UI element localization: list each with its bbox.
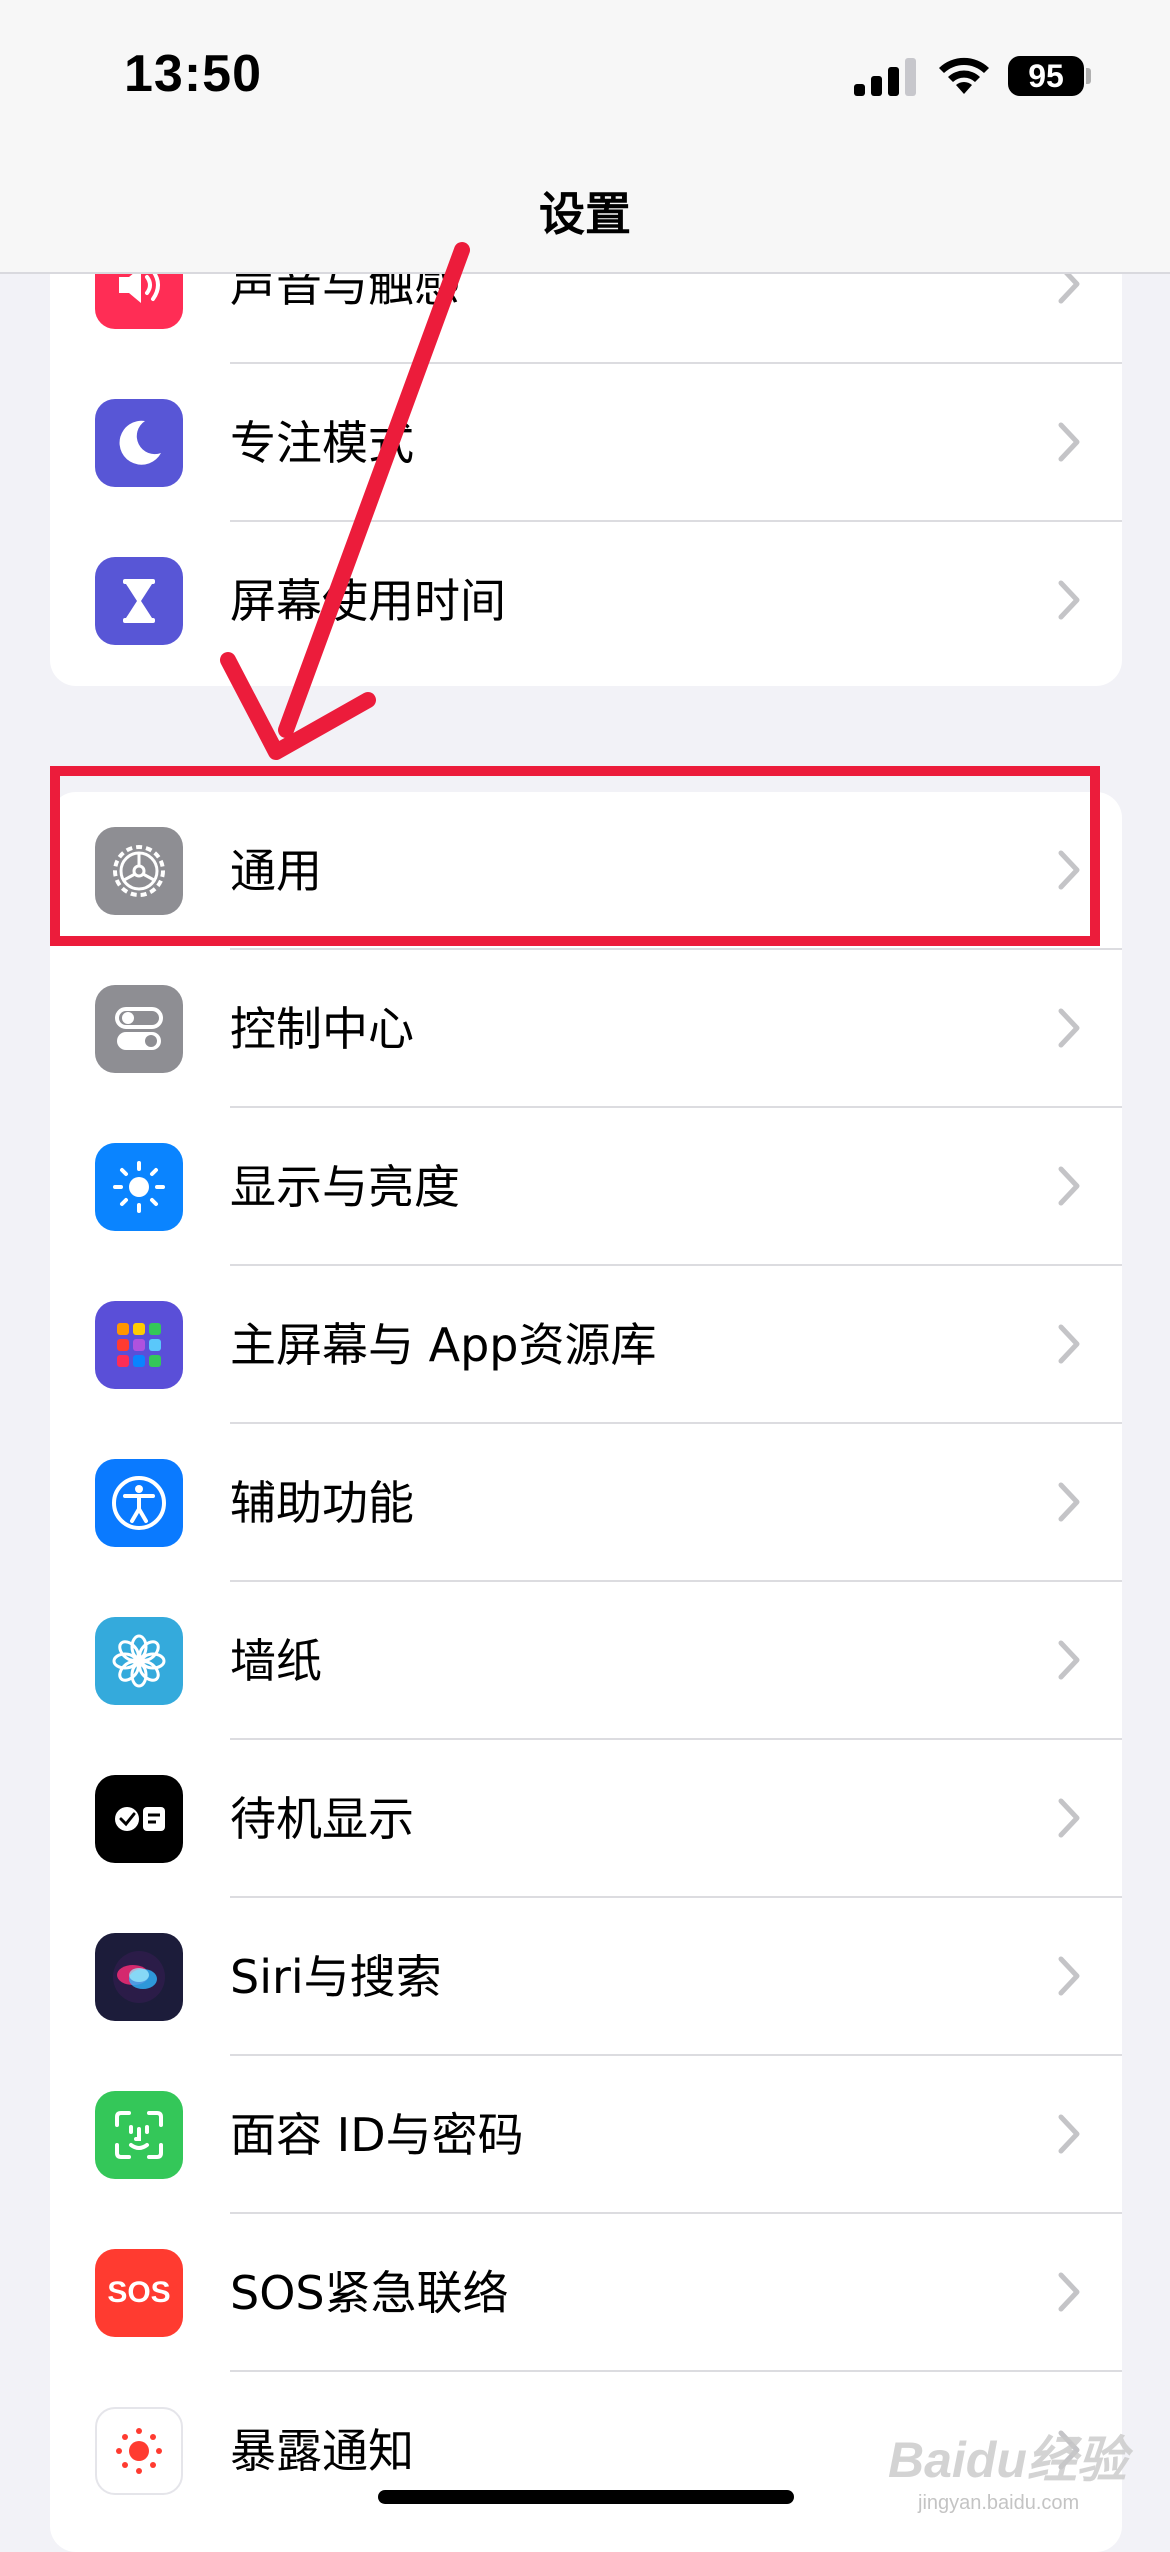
sun-icon <box>95 1143 183 1231</box>
settings-row-home-screen[interactable]: 主屏幕与 App资源库 <box>50 1266 1122 1424</box>
chevron-right-icon <box>1058 422 1080 462</box>
settings-row-label: 主屏幕与 App资源库 <box>230 1318 657 1372</box>
settings-row-wallpaper[interactable]: 墙纸 <box>50 1582 1122 1740</box>
settings-row-label: 屏幕使用时间 <box>230 574 506 628</box>
watermark-url: jingyan.baidu.com <box>918 2492 1080 2514</box>
chevron-right-icon <box>1058 1640 1080 1680</box>
top-bar: 13:50 95 设置 <box>0 0 1170 274</box>
chevron-right-icon <box>1058 1008 1080 1048</box>
settings-row-label: 面容 ID与密码 <box>230 2108 524 2162</box>
settings-row-standby[interactable]: 待机显示 <box>50 1740 1122 1898</box>
settings-row-face-id[interactable]: 面容 ID与密码 <box>50 2056 1122 2214</box>
accessibility-icon <box>95 1459 183 1547</box>
settings-row-label: 辅助功能 <box>230 1476 414 1530</box>
page-title: 设置 <box>539 187 631 241</box>
status-time: 13:50 <box>124 45 262 103</box>
settings-row-label: Siri与搜索 <box>230 1950 442 2004</box>
settings-row-label: 显示与亮度 <box>230 1160 460 1214</box>
chevron-right-icon <box>1058 1956 1080 1996</box>
chevron-right-icon <box>1058 1166 1080 1206</box>
settings-group-top: 声音与触感 专注模式 屏幕使用时间 <box>50 206 1122 686</box>
face-id-icon <box>95 2091 183 2179</box>
battery-cap <box>1086 68 1091 84</box>
settings-row-focus[interactable]: 专注模式 <box>50 364 1122 522</box>
chevron-right-icon <box>1058 1324 1080 1364</box>
settings-row-screen-time[interactable]: 屏幕使用时间 <box>50 522 1122 680</box>
app-grid-icon <box>95 1301 183 1389</box>
hourglass-icon <box>95 557 183 645</box>
home-indicator[interactable] <box>378 2490 794 2504</box>
annotation-highlight-box <box>50 766 1100 946</box>
standby-icon <box>95 1775 183 1863</box>
settings-row-label: 控制中心 <box>230 1002 414 1056</box>
sos-icon: SOS <box>95 2249 183 2337</box>
chevron-right-icon <box>1058 2272 1080 2312</box>
moon-icon <box>95 399 183 487</box>
sos-icon-text: SOS <box>107 2276 171 2309</box>
watermark: Baidu经验 <box>888 2432 1127 2488</box>
flower-icon <box>95 1617 183 1705</box>
cellular-signal-icon <box>854 58 916 96</box>
chevron-right-icon <box>1058 1482 1080 1522</box>
settings-row-control-center[interactable]: 控制中心 <box>50 950 1122 1108</box>
toggles-icon <box>95 985 183 1073</box>
siri-icon <box>95 1933 183 2021</box>
settings-row-label: 专注模式 <box>230 416 414 470</box>
settings-row-label: 墙纸 <box>230 1634 322 1688</box>
chevron-right-icon <box>1058 2114 1080 2154</box>
settings-row-label: 待机显示 <box>230 1792 414 1846</box>
wifi-icon <box>939 57 989 94</box>
settings-group-main: 通用 控制中心 显示与亮度 主屏幕与 App资源库 辅助功能 墙纸 待机显示 S… <box>50 792 1122 2552</box>
settings-row-label: SOS紧急联络 <box>230 2266 509 2320</box>
chevron-right-icon <box>1058 1798 1080 1838</box>
settings-row-label: 暴露通知 <box>230 2424 414 2478</box>
settings-row-siri[interactable]: Siri与搜索 <box>50 1898 1122 2056</box>
settings-row-display[interactable]: 显示与亮度 <box>50 1108 1122 1266</box>
battery-icon: 95 <box>1008 56 1084 96</box>
exposure-icon <box>95 2407 183 2495</box>
settings-row-emergency-sos[interactable]: SOS SOS紧急联络 <box>50 2214 1122 2372</box>
chevron-right-icon <box>1058 580 1080 620</box>
settings-row-accessibility[interactable]: 辅助功能 <box>50 1424 1122 1582</box>
